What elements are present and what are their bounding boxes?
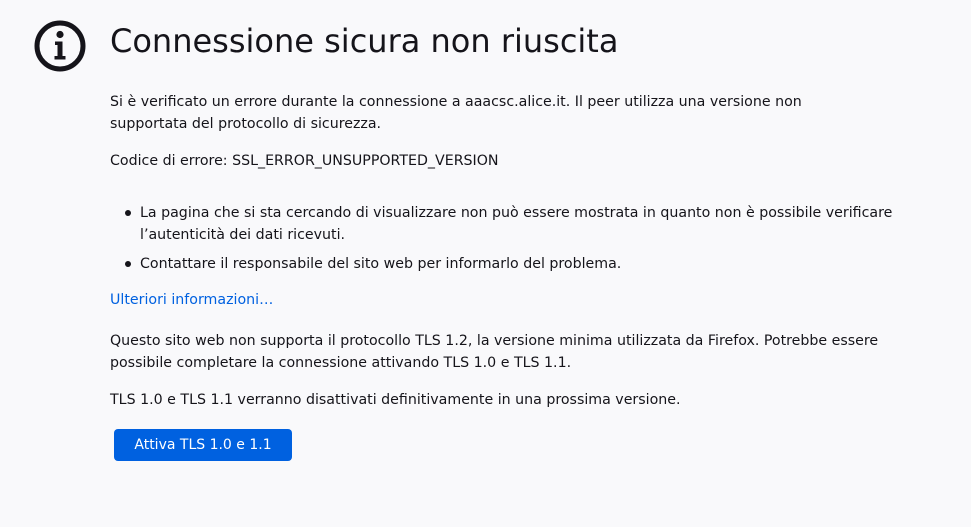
advice-list: La pagina che si sta cercando di visuali… xyxy=(110,202,900,282)
list-item-text: Contattare il responsabile del sito web … xyxy=(140,256,622,272)
info-icon xyxy=(34,20,86,72)
bullet-icon xyxy=(125,261,131,267)
bullet-icon xyxy=(125,210,131,216)
list-item: Contattare il responsabile del sito web … xyxy=(110,253,900,275)
learn-more-link[interactable]: Ulteriori informazioni… xyxy=(110,289,273,311)
error-description: Si è verificato un errore durante la con… xyxy=(110,94,802,132)
page-title: Connessione sicura non riuscita xyxy=(110,22,619,60)
enable-tls-button[interactable]: Attiva TLS 1.0 e 1.1 xyxy=(114,429,292,461)
list-item: La pagina che si sta cercando di visuali… xyxy=(110,202,900,246)
error-code: Codice di errore: SSL_ERROR_UNSUPPORTED_… xyxy=(110,153,499,169)
tls-deprecation-notice: TLS 1.0 e TLS 1.1 verranno disattivati d… xyxy=(110,392,681,408)
error-page: Connessione sicura non riuscita Si è ver… xyxy=(0,0,971,527)
list-item-text: La pagina che si sta cercando di visuali… xyxy=(140,205,893,243)
tls-notice: Questo sito web non supporta il protocol… xyxy=(110,333,879,371)
